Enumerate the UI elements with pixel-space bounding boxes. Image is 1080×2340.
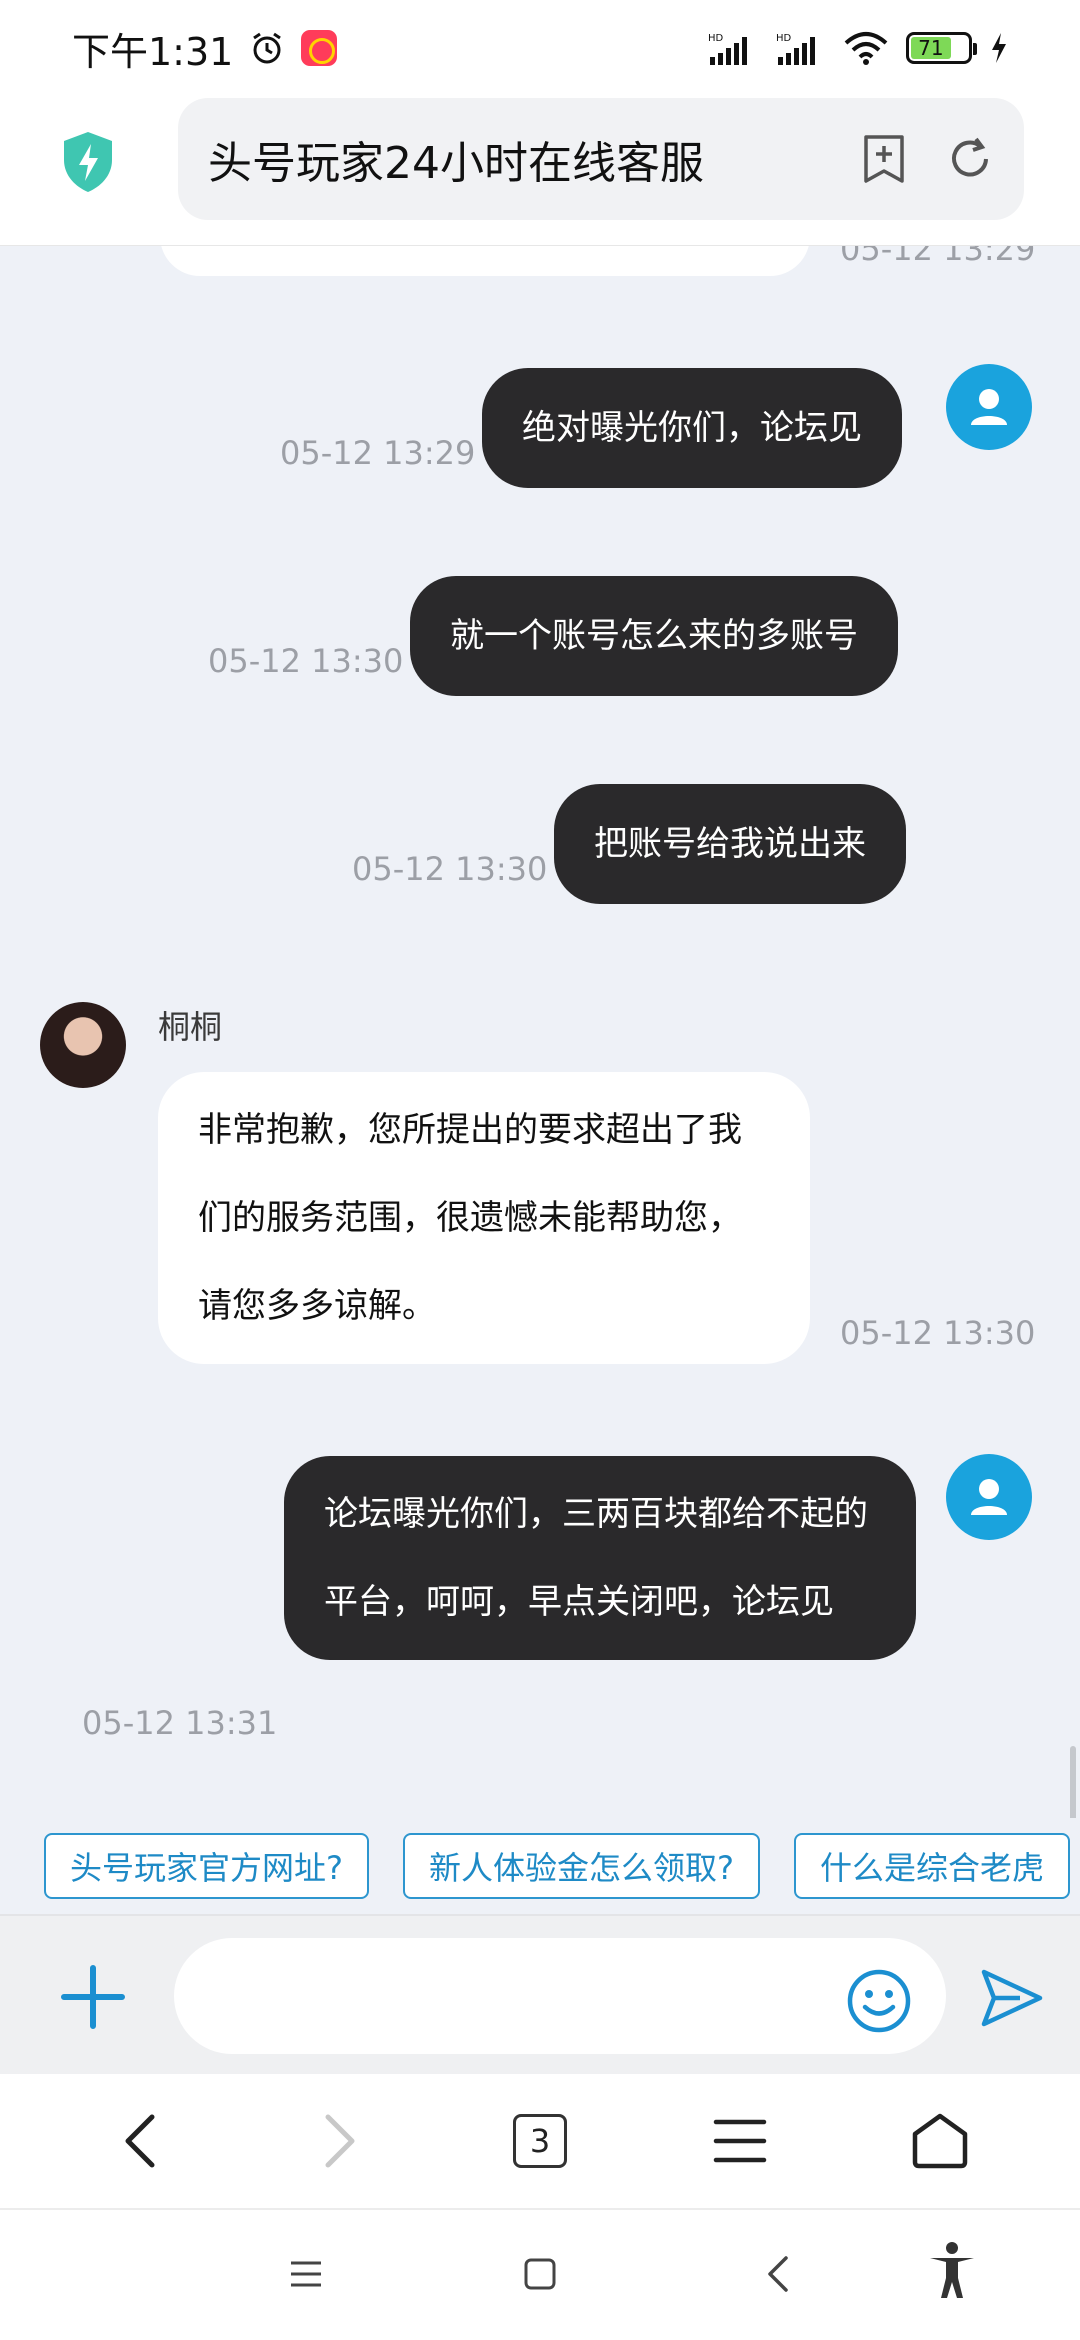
back-arrow-icon [768, 2256, 788, 2292]
message-timestamp: 05-12 13:30 [208, 642, 404, 680]
emoji-icon[interactable] [846, 1968, 912, 2034]
plus-icon[interactable] [58, 1962, 128, 2032]
user-message-bubble: 论坛曝光你们，三两百块都给不起的平台，呵呵，早点关闭吧，论坛见 [284, 1456, 916, 1660]
system-navigation-bar [0, 2210, 1080, 2340]
scrollbar[interactable] [1070, 1746, 1076, 1818]
chat-messages[interactable]: 05-12 13:29 05-12 13:29 绝对曝光你们，论坛见 05-12… [0, 246, 1080, 1818]
user-icon [971, 389, 1007, 425]
menu-button[interactable] [700, 2101, 780, 2181]
forward-button[interactable] [300, 2101, 380, 2181]
home-system-button[interactable] [510, 2244, 570, 2304]
message-text: 就一个账号怎么来的多账号 [450, 616, 858, 656]
chevron-right-icon [325, 2114, 355, 2168]
message-text: 非常抱歉，您所提出的要求超出了我们的服务范围，很遗憾未能帮助您，请您多多谅解。 [198, 1110, 742, 1326]
square-icon [524, 2258, 556, 2290]
quick-reply-chip[interactable]: 新人体验金怎么领取? [403, 1833, 760, 1899]
quick-reply-chip[interactable]: 头号玩家官方网址? [44, 1833, 369, 1899]
svg-text:HD: HD [776, 33, 792, 44]
browser-header: 头号玩家24小时在线客服 [0, 96, 1080, 246]
battery-level: 71 [918, 36, 944, 60]
user-icon [971, 1479, 1007, 1515]
page-title[interactable]: 头号玩家24小时在线客服 [208, 127, 704, 191]
message-timestamp: 05-12 13:30 [840, 1314, 1036, 1352]
agent-name: 桐桐 [158, 1008, 223, 1046]
shield-icon[interactable] [60, 130, 116, 194]
user-avatar[interactable] [946, 364, 1032, 450]
quick-reply-chip[interactable]: 什么是综合老虎 [794, 1833, 1071, 1899]
app-notification-icon [301, 30, 338, 66]
hamburger-icon [713, 2119, 767, 2163]
home-button[interactable] [900, 2101, 980, 2181]
send-icon[interactable] [980, 1968, 1044, 2028]
refresh-icon[interactable] [946, 135, 994, 183]
message-input[interactable] [174, 1938, 946, 2054]
bookmark-add-icon[interactable] [862, 134, 906, 184]
browser-toolbar: 3 [0, 2074, 1080, 2210]
message-text: 论坛曝光你们，三两百块都给不起的平台，呵呵，早点关闭吧，论坛见 [324, 1494, 868, 1622]
message-input-bar [0, 1914, 1080, 2074]
back-system-button[interactable] [748, 2244, 808, 2304]
home-icon [912, 2113, 968, 2169]
tabs-button[interactable]: 3 [500, 2101, 580, 2181]
message-text: 把账号给我说出来 [594, 824, 866, 864]
status-time: 下午1:31 [72, 29, 234, 74]
chevron-left-icon [125, 2114, 155, 2168]
status-bar: 下午1:31 HD HD 71 [0, 0, 1080, 96]
agent-message-bubble-partial [160, 246, 810, 276]
quick-replies: 头号玩家官方网址? 新人体验金怎么领取? 什么是综合老虎 [0, 1818, 1080, 1914]
user-avatar[interactable] [946, 1454, 1032, 1540]
accessibility-button[interactable] [922, 2240, 982, 2300]
signal-icon-2: HD [776, 33, 815, 65]
back-button[interactable] [100, 2101, 180, 2181]
message-timestamp: 05-12 13:30 [352, 850, 548, 888]
accessibility-icon [930, 2242, 974, 2298]
agent-avatar[interactable] [40, 1002, 126, 1088]
recent-apps-icon [291, 2261, 321, 2287]
wifi-icon [844, 32, 888, 65]
user-message-bubble: 就一个账号怎么来的多账号 [410, 576, 898, 696]
battery-indicator: 71 [906, 32, 977, 64]
address-bar[interactable]: 头号玩家24小时在线客服 [178, 98, 1024, 220]
message-timestamp: 05-12 13:29 [840, 246, 1036, 268]
agent-message-bubble: 非常抱歉，您所提出的要求超出了我们的服务范围，很遗憾未能帮助您，请您多多谅解。 [158, 1072, 810, 1364]
tab-count: 3 [513, 2114, 567, 2168]
message-text: 绝对曝光你们，论坛见 [522, 408, 862, 448]
user-message-bubble: 绝对曝光你们，论坛见 [482, 368, 902, 488]
user-message-bubble: 把账号给我说出来 [554, 784, 906, 904]
alarm-icon [253, 32, 282, 64]
signal-icon: HD [708, 33, 747, 65]
message-timestamp: 05-12 13:29 [280, 434, 476, 472]
message-timestamp: 05-12 13:31 [82, 1704, 278, 1742]
svg-text:HD: HD [708, 33, 724, 44]
recent-apps-button[interactable] [276, 2244, 336, 2304]
charging-icon [992, 33, 1006, 63]
